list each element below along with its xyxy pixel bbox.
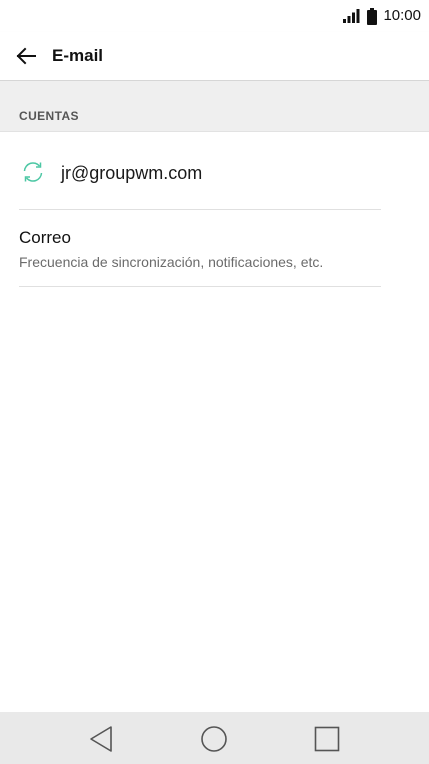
sync-icon (23, 162, 43, 182)
arrow-left-icon (16, 47, 36, 65)
status-bar: 10:00 (0, 0, 429, 32)
nav-home-button[interactable] (198, 723, 230, 755)
battery-icon (367, 7, 378, 25)
mail-settings-title: Correo (19, 228, 71, 247)
status-time: 10:00 (383, 7, 421, 24)
nav-back-button[interactable] (85, 723, 117, 755)
signal-icon (343, 9, 360, 23)
app-bar: E-mail (0, 32, 429, 81)
back-triangle-icon (90, 726, 112, 752)
status-icons: 10:00 (343, 7, 421, 25)
recents-square-icon (314, 726, 340, 752)
divider (19, 286, 381, 287)
account-email: jr@groupwm.com (61, 163, 203, 183)
navigation-bar (0, 712, 429, 764)
page-title: E-mail (52, 46, 104, 65)
mail-settings-item[interactable]: Correo Frecuencia de sincronización, not… (0, 210, 429, 286)
home-circle-icon (201, 726, 227, 752)
section-header-accounts: CUENTAS (0, 81, 429, 132)
account-item[interactable]: jr@groupwm.com (0, 132, 429, 209)
back-button[interactable] (12, 42, 40, 70)
mail-settings-subtitle: Frecuencia de sincronización, notificaci… (19, 254, 324, 270)
section-title: CUENTAS (19, 109, 79, 123)
nav-recents-button[interactable] (311, 723, 343, 755)
